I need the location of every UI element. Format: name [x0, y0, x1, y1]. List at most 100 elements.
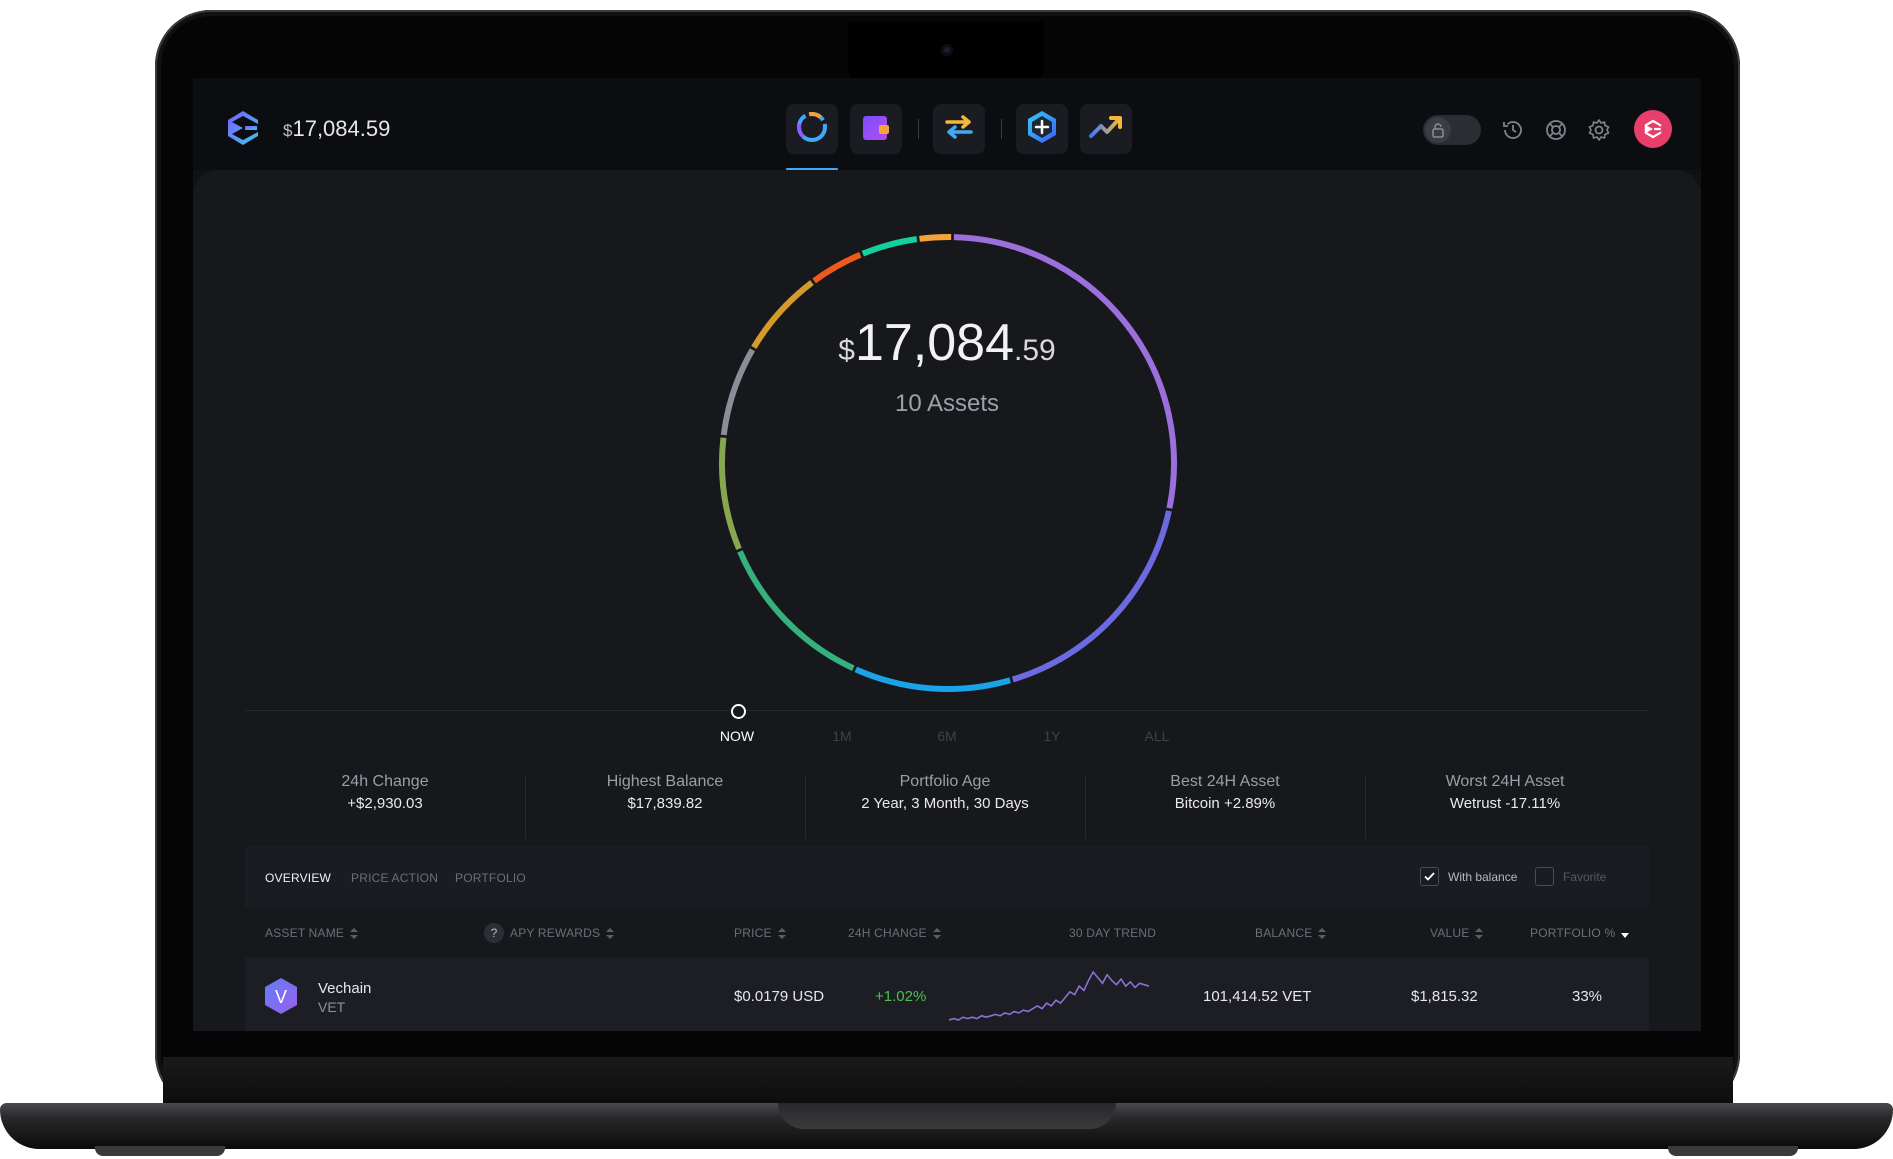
sort-icon: [1475, 927, 1484, 940]
stat-label: 24h Change: [341, 773, 429, 790]
tab-overview[interactable]: OVERVIEW: [265, 871, 331, 885]
lock-toggle[interactable]: [1423, 115, 1481, 145]
asset-portfolio-pct: 33%: [1572, 988, 1603, 1005]
timeline-all[interactable]: ALL: [1127, 728, 1187, 744]
asset-tabs-bar: OVERVIEW PRICE ACTION PORTFOLIO With bal…: [245, 846, 1649, 908]
vechain-logo-icon: V: [263, 976, 299, 1016]
header-balance: $17,084.59: [283, 116, 390, 142]
trending-icon: [1087, 110, 1125, 149]
donut-segment: [1011, 510, 1172, 683]
profile-avatar[interactable]: [1634, 110, 1672, 148]
timeline-1m[interactable]: 1M: [812, 728, 872, 744]
nav-exchange-button[interactable]: [933, 104, 985, 154]
asset-ticker: VET: [318, 999, 346, 1015]
sparkline-path: [949, 970, 1149, 1021]
app-window: $17,084.59 $17,084.59 10 Assets NOW 1M 6…: [193, 78, 1701, 1031]
col-30-day-trend: 30 DAY TREND: [1069, 926, 1156, 940]
timeline-track: [245, 710, 1649, 711]
stat-value: +$2,930.03: [347, 795, 423, 812]
nav-separator: [1001, 119, 1002, 139]
timeline-marker[interactable]: [731, 704, 746, 719]
portfolio-donut-chart: [719, 234, 1177, 692]
table-row[interactable]: V Vechain VET $0.0179 USD +1.02% 101,414…: [245, 958, 1649, 1031]
stat-value: $17,839.82: [627, 795, 703, 812]
nav-portfolio-button[interactable]: [786, 104, 838, 154]
stat-label: Portfolio Age: [899, 773, 991, 790]
col-24h-change-label: 24H CHANGE: [848, 926, 927, 940]
col-value-label: VALUE: [1430, 926, 1470, 940]
portfolio-total-whole: 17,084: [854, 314, 1014, 372]
nav-app-store-button[interactable]: [1016, 104, 1068, 154]
portfolio-total: $17,084.59: [193, 313, 1701, 373]
col-portfolio-pct-label: PORTFOLIO %: [1530, 926, 1616, 940]
favorite-label[interactable]: Favorite: [1563, 870, 1606, 884]
col-asset-name-label: ASSET NAME: [265, 926, 345, 940]
checkmark-icon: [1424, 872, 1435, 881]
stat-best-24h-asset: Best 24H Asset Bitcoin +2.89%: [1085, 773, 1365, 812]
stat-value: 2 Year, 3 Month, 30 Days: [861, 795, 1029, 812]
col-balance[interactable]: BALANCE: [1255, 926, 1327, 940]
laptop-chin: [163, 1057, 1733, 1107]
col-price-label: PRICE: [734, 926, 772, 940]
asset-balance: 101,414.52 VET: [1203, 988, 1312, 1005]
help-icon[interactable]: ?: [484, 923, 504, 943]
donut-segment: [919, 234, 952, 242]
asset-value: $1,815.32: [1411, 988, 1478, 1005]
sort-icon: [350, 927, 359, 940]
stat-label: Highest Balance: [606, 773, 724, 790]
portfolio-icon: [795, 110, 829, 149]
timeline-1y[interactable]: 1Y: [1022, 728, 1082, 744]
col-apy-rewards[interactable]: ? APY REWARDS: [484, 923, 615, 943]
stat-label: Worst 24H Asset: [1445, 773, 1565, 790]
col-value[interactable]: VALUE: [1430, 926, 1484, 940]
history-icon[interactable]: [1499, 116, 1527, 144]
asset-name: Vechain: [318, 980, 372, 997]
donut-segment: [719, 437, 742, 551]
col-portfolio-pct[interactable]: PORTFOLIO %: [1530, 926, 1630, 940]
stat-value: Bitcoin +2.89%: [1174, 795, 1276, 812]
lock-icon: [1425, 117, 1451, 143]
app-store-icon: [1024, 109, 1060, 150]
stat-highest-balance: Highest Balance $17,839.82: [525, 773, 805, 812]
col-balance-label: BALANCE: [1255, 926, 1313, 940]
wallet-icon: [859, 110, 893, 149]
header-balance-value: 17,084.59: [292, 116, 391, 141]
donut-segment: [737, 550, 855, 671]
trend-sparkline: [949, 970, 1149, 1021]
sort-icon: [1318, 927, 1327, 940]
stat-label: Best 24H Asset: [1170, 773, 1280, 790]
vechain-logo-letter: V: [275, 987, 287, 1007]
nav-trending-button[interactable]: [1080, 104, 1132, 154]
favorite-checkbox[interactable]: [1535, 867, 1554, 886]
col-24h-change[interactable]: 24H CHANGE: [848, 926, 941, 940]
with-balance-checkbox[interactable]: [1420, 867, 1439, 886]
top-bar: $17,084.59: [193, 78, 1701, 171]
stat-worst-24h-asset: Worst 24H Asset Wetrust -17.11%: [1365, 773, 1645, 812]
nav-separator: [918, 119, 919, 139]
sort-icon: [932, 927, 941, 940]
col-price[interactable]: PRICE: [734, 926, 786, 940]
tab-price-action[interactable]: PRICE ACTION: [351, 871, 438, 885]
laptop-base-notch: [778, 1103, 1116, 1129]
col-30-day-trend-label: 30 DAY TREND: [1069, 926, 1157, 940]
nav-wallet-button[interactable]: [850, 104, 902, 154]
portfolio-total-cents: .59: [1014, 334, 1056, 367]
exodus-logo-icon[interactable]: [223, 108, 263, 148]
col-asset-name[interactable]: ASSET NAME: [265, 926, 359, 940]
tab-portfolio[interactable]: PORTFOLIO: [455, 871, 526, 885]
timeline-6m[interactable]: 6M: [917, 728, 977, 744]
portfolio-total-currency: $: [838, 334, 855, 367]
camera-icon: [941, 44, 953, 56]
settings-gear-icon[interactable]: [1585, 116, 1613, 144]
with-balance-label[interactable]: With balance: [1448, 870, 1517, 884]
stat-24h-change: 24h Change +$2,930.03: [245, 773, 525, 812]
support-icon[interactable]: [1542, 116, 1570, 144]
donut-segment: [812, 251, 862, 284]
timeline-now[interactable]: NOW: [707, 728, 767, 744]
sort-desc-icon: [1621, 933, 1630, 939]
sort-icon: [777, 927, 786, 940]
exchange-icon: [942, 110, 976, 149]
laptop-foot: [95, 1146, 225, 1156]
laptop-foot: [1668, 1146, 1798, 1156]
sort-icon: [606, 927, 615, 940]
